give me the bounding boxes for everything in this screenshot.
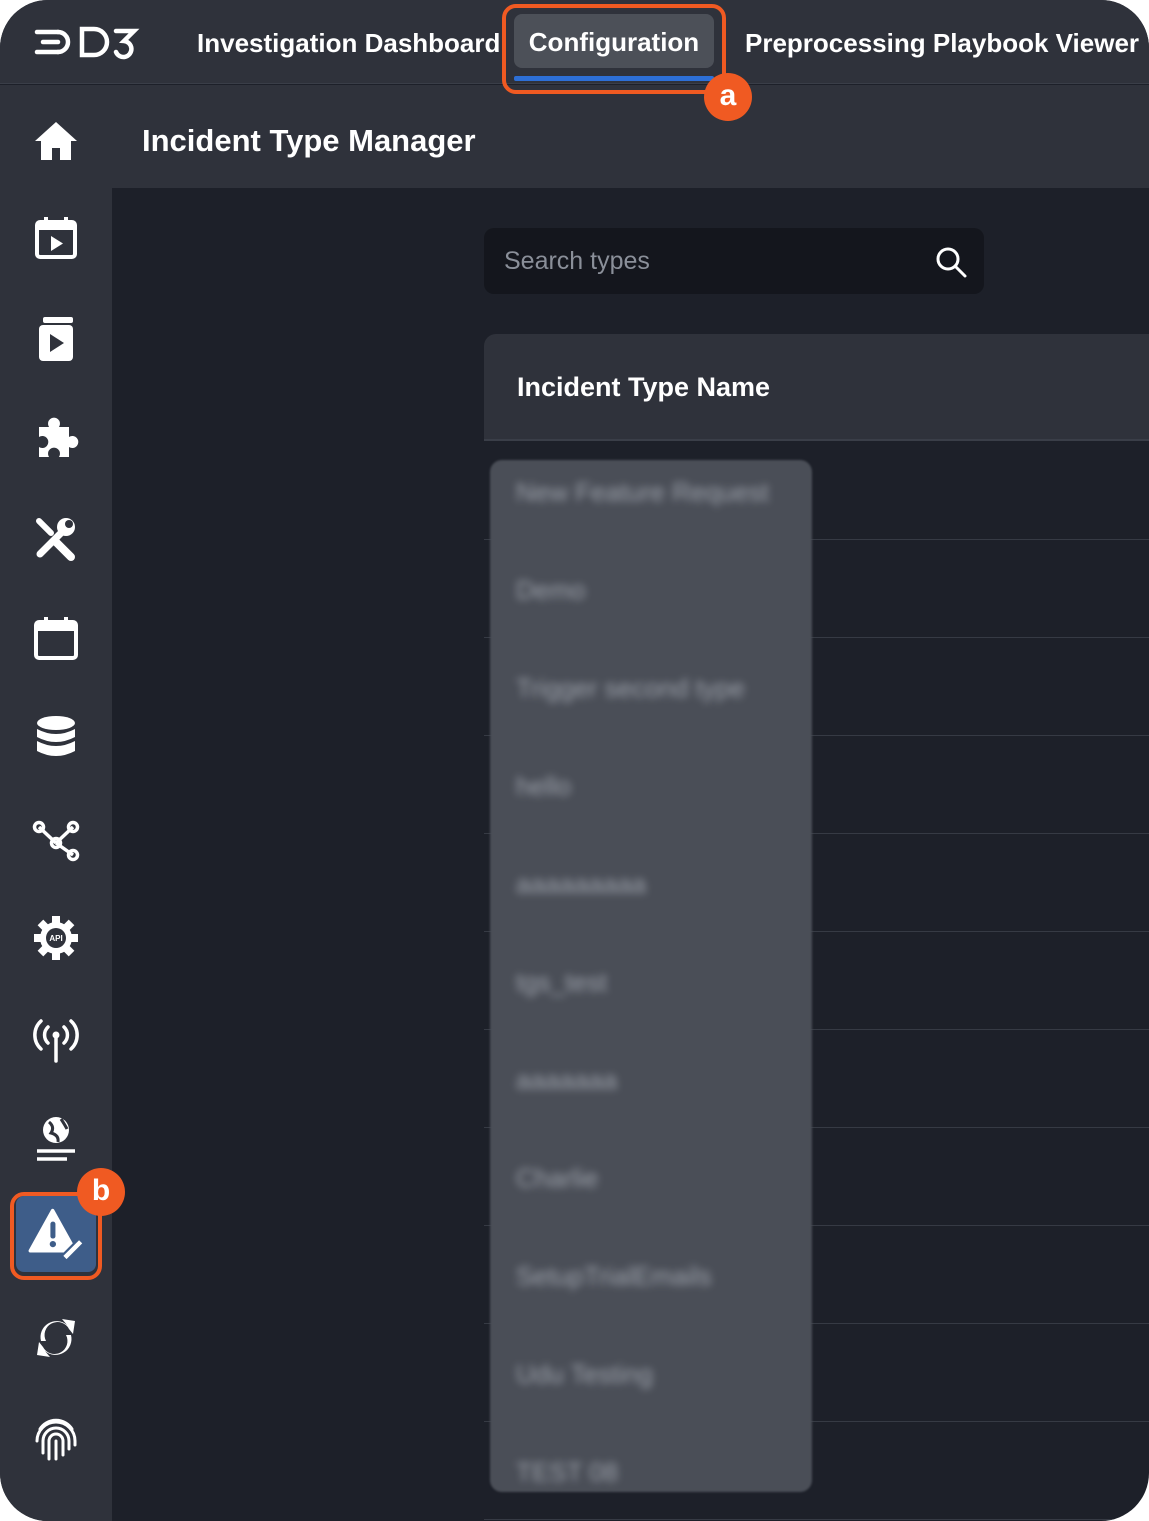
incident-type-name[interactable]: hello (516, 766, 571, 806)
sidebar-item-connections[interactable] (25, 807, 87, 869)
globe-icon (37, 1117, 75, 1161)
sync-icon (37, 1319, 75, 1357)
playbook-icon (39, 317, 73, 361)
page-header: Incident Type Manager (112, 85, 1149, 188)
search-icon[interactable] (934, 245, 968, 279)
home-icon (35, 122, 77, 160)
svg-text:API: API (49, 934, 62, 943)
broadcast-icon (33, 1019, 79, 1063)
calendar-icon (34, 617, 78, 660)
incident-type-name[interactable]: Trigger second type (516, 668, 745, 708)
app-window: Investigation Dashboard Configuration Pr… (0, 0, 1149, 1521)
incident-type-table: Incident Type Name New Feature Request D… (484, 334, 1149, 1521)
tab-preprocessing-playbook-viewer[interactable]: Preprocessing Playbook Viewer (745, 0, 1139, 84)
sidebar-item-api[interactable]: API (25, 907, 87, 969)
sidebar-item-event-ingestion[interactable] (25, 1007, 87, 1069)
tools-icon (36, 518, 75, 561)
incident-type-name[interactable]: Demo (516, 570, 585, 610)
page-title: Incident Type Manager (142, 123, 476, 158)
search-input[interactable] (504, 228, 924, 294)
sidebar-item-utility-commands[interactable] (25, 507, 87, 569)
calendar-play-icon (35, 217, 77, 259)
incident-type-name[interactable]: SetupTrialEmails (516, 1256, 712, 1296)
incident-type-name[interactable]: Udu Testing (516, 1354, 653, 1394)
sidebar-item-integrations[interactable] (25, 407, 87, 469)
callout-highlight-configuration (502, 4, 726, 94)
incident-type-name[interactable]: aaaaaaaaa (516, 864, 646, 904)
sidebar-item-scheduled-playbooks[interactable] (25, 207, 87, 269)
sidebar-item-playbooks[interactable] (25, 307, 87, 369)
column-header-incident-type-name[interactable]: Incident Type Name (517, 372, 770, 403)
sidebar-item-home[interactable] (25, 110, 87, 172)
database-icon (37, 716, 75, 756)
incident-type-name[interactable]: aaaaaaa (516, 1060, 617, 1100)
search-box (484, 228, 984, 294)
fingerprint-icon (35, 1418, 77, 1461)
d3-logo[interactable] (34, 24, 146, 60)
callout-badge-a: a (704, 73, 752, 121)
callout-badge-b: b (77, 1168, 125, 1216)
table-header: Incident Type Name (484, 334, 1149, 441)
incident-type-name[interactable]: New Feature Request (516, 472, 769, 512)
sidebar-item-global-settings[interactable] (25, 1107, 87, 1169)
incident-type-name[interactable]: tgs_test (516, 962, 607, 1002)
sidebar-item-sync[interactable] (25, 1307, 87, 1369)
sidebar-item-data-sources[interactable] (25, 707, 87, 769)
sidebar: API (0, 85, 112, 1521)
redacted-names-overlay: New Feature Request Demo Trigger second … (490, 460, 812, 1492)
incident-type-name[interactable]: TEST 08 (516, 1452, 618, 1492)
puzzle-icon (39, 417, 79, 457)
tab-investigation-dashboard[interactable]: Investigation Dashboard (197, 0, 500, 84)
api-gear-icon: API (34, 916, 78, 960)
incident-type-name[interactable]: Charlie (516, 1158, 598, 1198)
sidebar-item-authentication[interactable] (25, 1407, 87, 1469)
share-nodes-icon (32, 820, 80, 862)
sidebar-item-calendar[interactable] (25, 607, 87, 669)
